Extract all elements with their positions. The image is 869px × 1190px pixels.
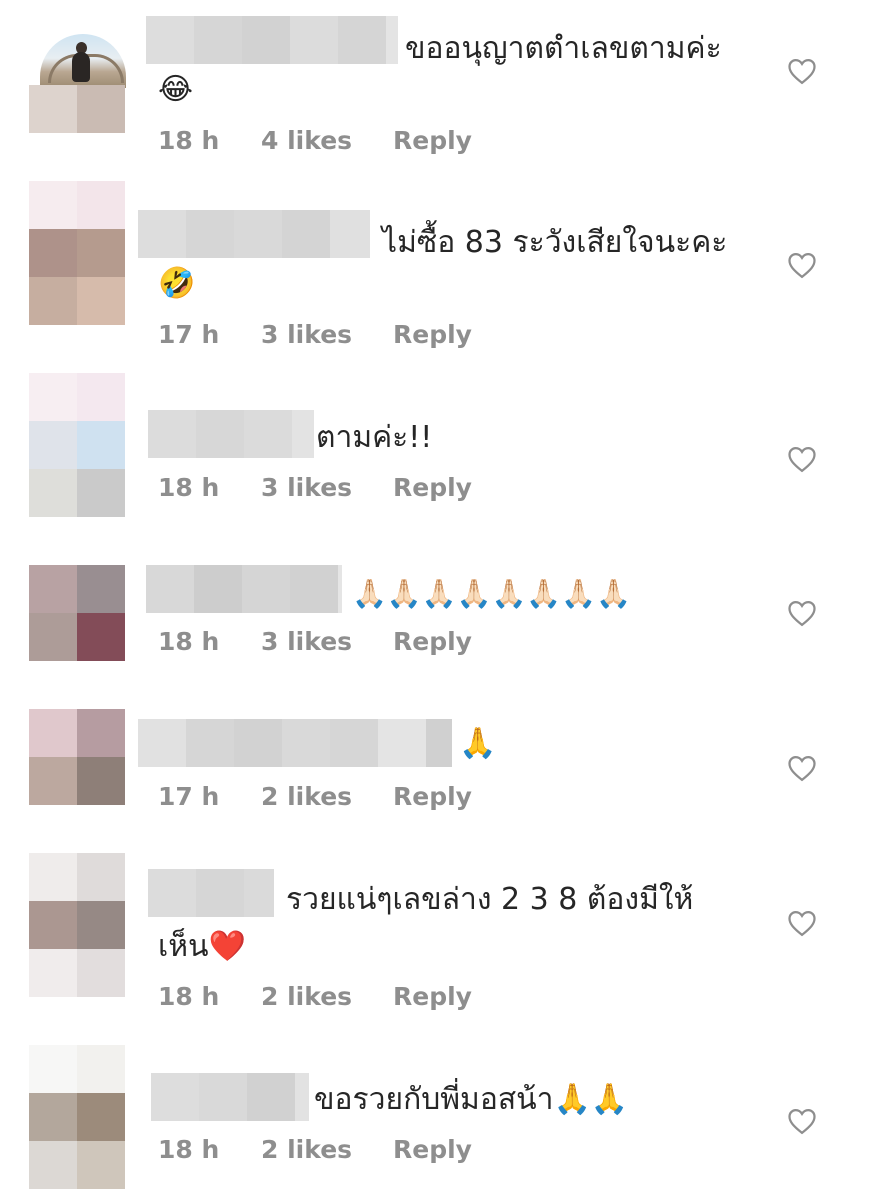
username-blurred[interactable] — [148, 869, 274, 917]
heart-icon[interactable] — [787, 754, 817, 782]
username-blurred[interactable] — [146, 565, 342, 613]
comment-text: 🙏 — [459, 726, 497, 761]
comment-likes[interactable]: 3 likes — [261, 472, 352, 504]
username-blurred[interactable] — [151, 1073, 309, 1121]
avatar-blurred[interactable] — [29, 181, 125, 325]
heart-icon[interactable] — [787, 1107, 817, 1135]
heart-icon[interactable] — [787, 445, 817, 473]
comment-time[interactable]: 18 h — [158, 1134, 219, 1166]
comment-text: ไม่ซื้อ 83 ระวังเสียใจนะคะ — [382, 225, 728, 260]
comment-time[interactable]: 18 h — [158, 981, 219, 1013]
reply-button[interactable]: Reply — [393, 626, 472, 658]
comment-text: ขออนุญาตตำเลขตามค่ะ — [405, 31, 722, 66]
comment-time[interactable]: 18 h — [158, 125, 219, 157]
comment-text: 🙏🏻🙏🏻🙏🏻🙏🏻🙏🏻🙏🏻🙏🏻🙏🏻 — [352, 577, 631, 610]
reply-button[interactable]: Reply — [393, 319, 472, 351]
avatar[interactable] — [40, 34, 126, 88]
username-blurred[interactable] — [146, 16, 398, 64]
avatar-blurred[interactable] — [29, 1045, 125, 1189]
comment-text-line2: เห็น❤️ — [158, 929, 246, 964]
comment-likes[interactable]: 4 likes — [261, 125, 352, 157]
comment-emoji: 😂 — [158, 72, 194, 107]
avatar-blurred[interactable] — [29, 709, 125, 805]
reply-button[interactable]: Reply — [393, 1134, 472, 1166]
comment-text: ขอรวยกับพี่มอสน้า🙏🙏 — [314, 1082, 629, 1117]
heart-icon[interactable] — [787, 909, 817, 937]
comment-text: ตามค่ะ!! — [316, 420, 433, 455]
comment-time[interactable]: 18 h — [158, 626, 219, 658]
comment-time[interactable]: 17 h — [158, 781, 219, 813]
avatar-blurred[interactable] — [29, 853, 125, 997]
avatar-blurred[interactable] — [29, 373, 125, 517]
heart-icon[interactable] — [787, 251, 817, 279]
comment-likes[interactable]: 3 likes — [261, 626, 352, 658]
comment-text: รวยแน่ๆเลขล่าง 2 3 8 ต้องมีให้ — [286, 882, 694, 917]
reply-button[interactable]: Reply — [393, 981, 472, 1013]
avatar-blurred — [29, 85, 125, 133]
reply-button[interactable]: Reply — [393, 781, 472, 813]
heart-icon[interactable] — [787, 57, 817, 85]
comment-emoji: 🤣 — [158, 266, 196, 301]
username-blurred[interactable] — [138, 210, 370, 258]
avatar-blurred[interactable] — [29, 565, 125, 661]
reply-button[interactable]: Reply — [393, 125, 472, 157]
comment-likes[interactable]: 3 likes — [261, 319, 352, 351]
comment-likes[interactable]: 2 likes — [261, 1134, 352, 1166]
reply-button[interactable]: Reply — [393, 472, 472, 504]
comment-time[interactable]: 18 h — [158, 472, 219, 504]
heart-icon[interactable] — [787, 599, 817, 627]
comment-likes[interactable]: 2 likes — [261, 781, 352, 813]
comment-likes[interactable]: 2 likes — [261, 981, 352, 1013]
comment-time[interactable]: 17 h — [158, 319, 219, 351]
username-blurred[interactable] — [148, 410, 314, 458]
username-blurred[interactable] — [138, 719, 452, 767]
